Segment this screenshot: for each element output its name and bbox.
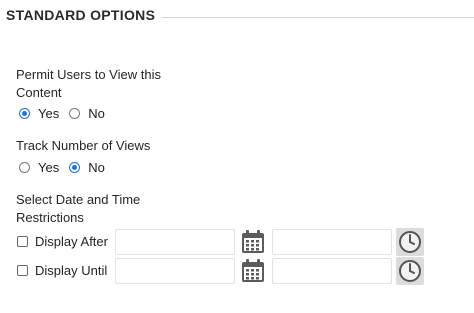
permit-view-label-line1: Permit Users to View this xyxy=(16,67,161,82)
permit-view-label: Permit Users to View this Content xyxy=(16,66,161,102)
permit-view-no-label[interactable]: No xyxy=(88,106,105,121)
permit-view-yes-radio[interactable] xyxy=(19,108,30,119)
calendar-icon[interactable] xyxy=(239,257,267,285)
track-views-no-label[interactable]: No xyxy=(88,160,105,175)
display-until-checkbox[interactable] xyxy=(17,265,28,276)
calendar-icon[interactable] xyxy=(239,228,267,256)
permit-view-radio-group: Yes No xyxy=(19,106,115,121)
permit-view-no-radio[interactable] xyxy=(69,108,81,119)
date-restrictions-label-line1: Select Date and Time xyxy=(16,192,141,207)
display-after-row: Display After xyxy=(17,234,108,249)
clock-icon[interactable] xyxy=(396,228,424,256)
display-until-row: Display Until xyxy=(17,263,107,278)
display-after-label[interactable]: Display After xyxy=(35,234,108,249)
track-views-yes-label[interactable]: Yes xyxy=(38,160,59,175)
date-restrictions-label: Select Date and Time Restrictions xyxy=(16,191,140,227)
track-views-yes-radio[interactable] xyxy=(19,162,30,173)
section-title: STANDARD OPTIONS xyxy=(6,7,156,23)
date-restrictions-label-line2: Restrictions xyxy=(16,210,84,225)
display-after-time-input[interactable] xyxy=(272,229,392,255)
display-until-time-input[interactable] xyxy=(272,258,392,284)
display-after-date-input[interactable] xyxy=(115,229,235,255)
track-views-label: Track Number of Views xyxy=(16,138,151,153)
display-until-label[interactable]: Display Until xyxy=(35,263,107,278)
display-until-date-input[interactable] xyxy=(115,258,235,284)
section-divider xyxy=(162,17,474,18)
display-after-checkbox[interactable] xyxy=(17,236,28,247)
permit-view-yes-label[interactable]: Yes xyxy=(38,106,59,121)
permit-view-label-line2: Content xyxy=(16,85,62,100)
clock-icon[interactable] xyxy=(396,257,424,285)
track-views-no-radio[interactable] xyxy=(69,162,81,173)
track-views-radio-group: Yes No xyxy=(19,160,115,175)
